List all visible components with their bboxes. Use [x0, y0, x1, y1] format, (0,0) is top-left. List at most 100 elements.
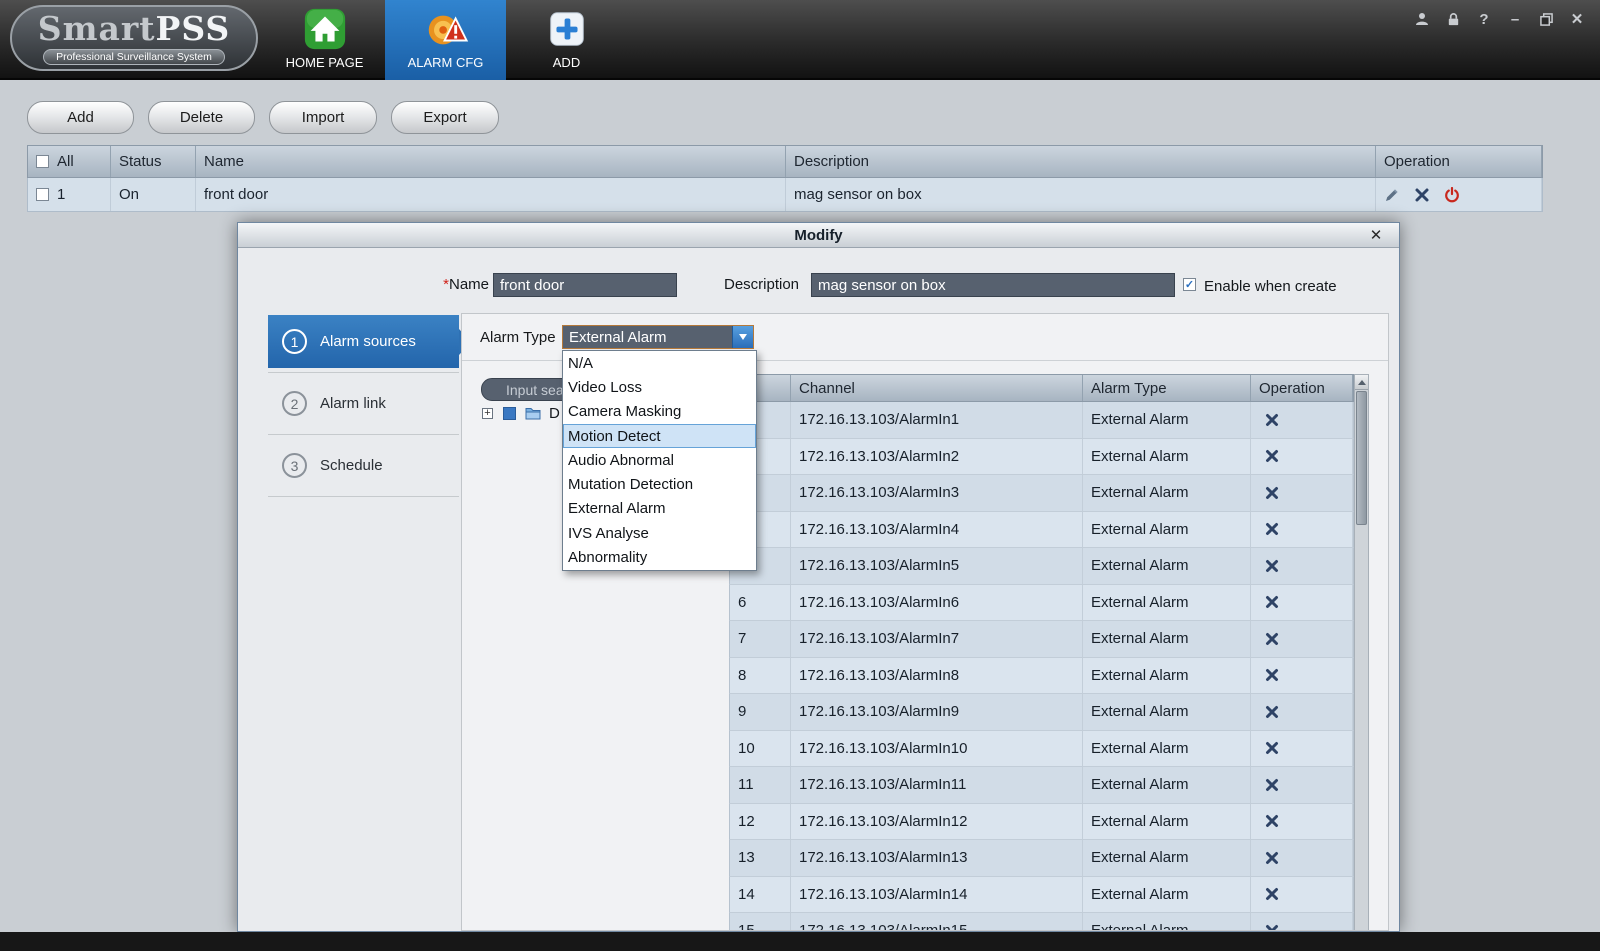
remove-channel-icon[interactable] — [1265, 778, 1279, 792]
close-icon[interactable]: ✕ — [1568, 10, 1586, 28]
scroll-up-arrow-icon[interactable] — [1355, 375, 1368, 390]
tab-home-page[interactable]: HOME PAGE — [264, 0, 385, 80]
home-icon — [302, 6, 348, 52]
remove-channel-icon[interactable] — [1265, 413, 1279, 427]
alarm-table-header: All Status Name Description Operation — [27, 145, 1543, 178]
channel-row-number: 11 — [730, 767, 791, 803]
channel-row-channel: 172.16.13.103/AlarmIn8 — [791, 658, 1083, 694]
channel-row-operation — [1251, 548, 1353, 584]
header-description: Description — [786, 146, 1376, 177]
step-nav: 1 Alarm sources 2 Alarm link 3 Schedule — [268, 315, 459, 501]
remove-channel-icon[interactable] — [1265, 486, 1279, 500]
alarm-type-select[interactable]: External Alarm — [562, 325, 754, 349]
chevron-down-icon[interactable] — [732, 326, 753, 348]
row-status: On — [111, 178, 196, 211]
name-field[interactable] — [493, 273, 677, 297]
channel-row: 15 172.16.13.103/AlarmIn15 External Alar… — [729, 913, 1354, 931]
channel-table-body: 1 172.16.13.103/AlarmIn1 External Alarm … — [729, 402, 1369, 931]
channel-row: 3 172.16.13.103/AlarmIn3 External Alarm — [729, 475, 1354, 512]
remove-channel-icon[interactable] — [1265, 705, 1279, 719]
remove-channel-icon[interactable] — [1265, 924, 1279, 931]
dropdown-option[interactable]: Video Loss — [563, 375, 756, 399]
dropdown-option[interactable]: Abnormality — [563, 545, 756, 569]
channel-row-operation — [1251, 512, 1353, 548]
tree-checkbox[interactable] — [503, 407, 516, 420]
remove-channel-icon[interactable] — [1265, 851, 1279, 865]
channel-row-channel: 172.16.13.103/AlarmIn11 — [791, 767, 1083, 803]
import-button[interactable]: Import — [269, 101, 377, 134]
dropdown-option[interactable]: IVS Analyse — [563, 521, 756, 545]
channel-row-channel: 172.16.13.103/AlarmIn4 — [791, 512, 1083, 548]
remove-channel-icon[interactable] — [1265, 595, 1279, 609]
channel-row: 6 172.16.13.103/AlarmIn6 External Alarm — [729, 585, 1354, 622]
modal-close-icon[interactable]: ✕ — [1365, 224, 1387, 246]
dropdown-option[interactable]: Audio Abnormal — [563, 448, 756, 472]
channel-row-number: 12 — [730, 804, 791, 840]
alarm-list-table: All Status Name Description Operation 1 … — [27, 145, 1543, 212]
lock-icon[interactable] — [1444, 10, 1462, 28]
channel-row-operation — [1251, 877, 1353, 913]
remove-channel-icon[interactable] — [1265, 814, 1279, 828]
row-number: 1 — [57, 186, 65, 203]
remove-channel-icon[interactable] — [1265, 522, 1279, 536]
remove-channel-icon[interactable] — [1265, 887, 1279, 901]
user-icon[interactable] — [1413, 10, 1431, 28]
channel-row-number: 15 — [730, 913, 791, 931]
remove-channel-icon[interactable] — [1265, 449, 1279, 463]
channel-row-alarm-type: External Alarm — [1083, 475, 1251, 511]
channel-table-header: Channel Alarm Type Operation — [729, 374, 1354, 402]
tab-alarm-cfg[interactable]: ALARM CFG — [385, 0, 506, 80]
select-all-checkbox[interactable] — [36, 155, 49, 168]
channel-row-number: 13 — [730, 840, 791, 876]
add-icon — [544, 6, 590, 52]
remove-channel-icon[interactable] — [1265, 632, 1279, 646]
step-label: Alarm link — [320, 395, 386, 412]
remove-channel-icon[interactable] — [1265, 668, 1279, 682]
channel-row-number: 10 — [730, 731, 791, 767]
channel-header-operation: Operation — [1251, 375, 1353, 401]
dropdown-option[interactable]: External Alarm — [563, 497, 756, 521]
channel-row-channel: 172.16.13.103/AlarmIn3 — [791, 475, 1083, 511]
remove-channel-icon[interactable] — [1265, 741, 1279, 755]
channel-row-operation — [1251, 658, 1353, 694]
minimize-icon[interactable]: – — [1506, 10, 1524, 28]
power-icon[interactable] — [1444, 187, 1460, 203]
dropdown-option[interactable]: Camera Masking — [563, 400, 756, 424]
channel-row-channel: 172.16.13.103/AlarmIn13 — [791, 840, 1083, 876]
channel-header-alarm-type: Alarm Type — [1083, 375, 1251, 401]
tree-expand-icon[interactable] — [482, 408, 493, 419]
row-checkbox[interactable] — [36, 188, 49, 201]
dropdown-option[interactable]: Mutation Detection — [563, 472, 756, 496]
maximize-icon[interactable] — [1537, 10, 1555, 28]
enable-when-create-checkbox[interactable] — [1183, 278, 1196, 291]
step-item[interactable]: 2 Alarm link — [268, 377, 459, 430]
window-controls: ? – ✕ — [1413, 10, 1586, 28]
channel-row: 14 172.16.13.103/AlarmIn14 External Alar… — [729, 877, 1354, 914]
step-separator — [268, 496, 459, 497]
help-icon[interactable]: ? — [1475, 10, 1493, 28]
channel-table-scrollbar[interactable] — [1354, 374, 1369, 931]
channel-header-channel: Channel — [791, 375, 1083, 401]
modal-title: Modify — [794, 227, 842, 244]
add-button[interactable]: Add — [27, 101, 134, 134]
step-item[interactable]: 3 Schedule — [268, 439, 459, 492]
header-name: Name — [196, 146, 786, 177]
device-tree-item[interactable]: D — [482, 404, 560, 422]
dropdown-option[interactable]: Motion Detect — [563, 424, 756, 448]
row-name: front door — [196, 178, 786, 211]
description-field[interactable] — [811, 273, 1175, 297]
channel-row-operation — [1251, 402, 1353, 438]
step-separator — [268, 434, 459, 435]
app-logo: SmartPSS Professional Surveillance Syste… — [10, 5, 258, 71]
step-item[interactable]: 1 Alarm sources — [268, 315, 459, 368]
delete-button[interactable]: Delete — [148, 101, 255, 134]
remove-channel-icon[interactable] — [1265, 559, 1279, 573]
dropdown-option[interactable]: N/A — [563, 351, 756, 375]
scrollbar-thumb[interactable] — [1356, 391, 1367, 525]
tab-add[interactable]: ADD — [506, 0, 627, 80]
channel-row-channel: 172.16.13.103/AlarmIn9 — [791, 694, 1083, 730]
edit-icon[interactable] — [1384, 187, 1400, 203]
taskbar-strip — [0, 932, 1600, 951]
export-button[interactable]: Export — [391, 101, 499, 134]
delete-x-icon[interactable] — [1414, 187, 1430, 203]
